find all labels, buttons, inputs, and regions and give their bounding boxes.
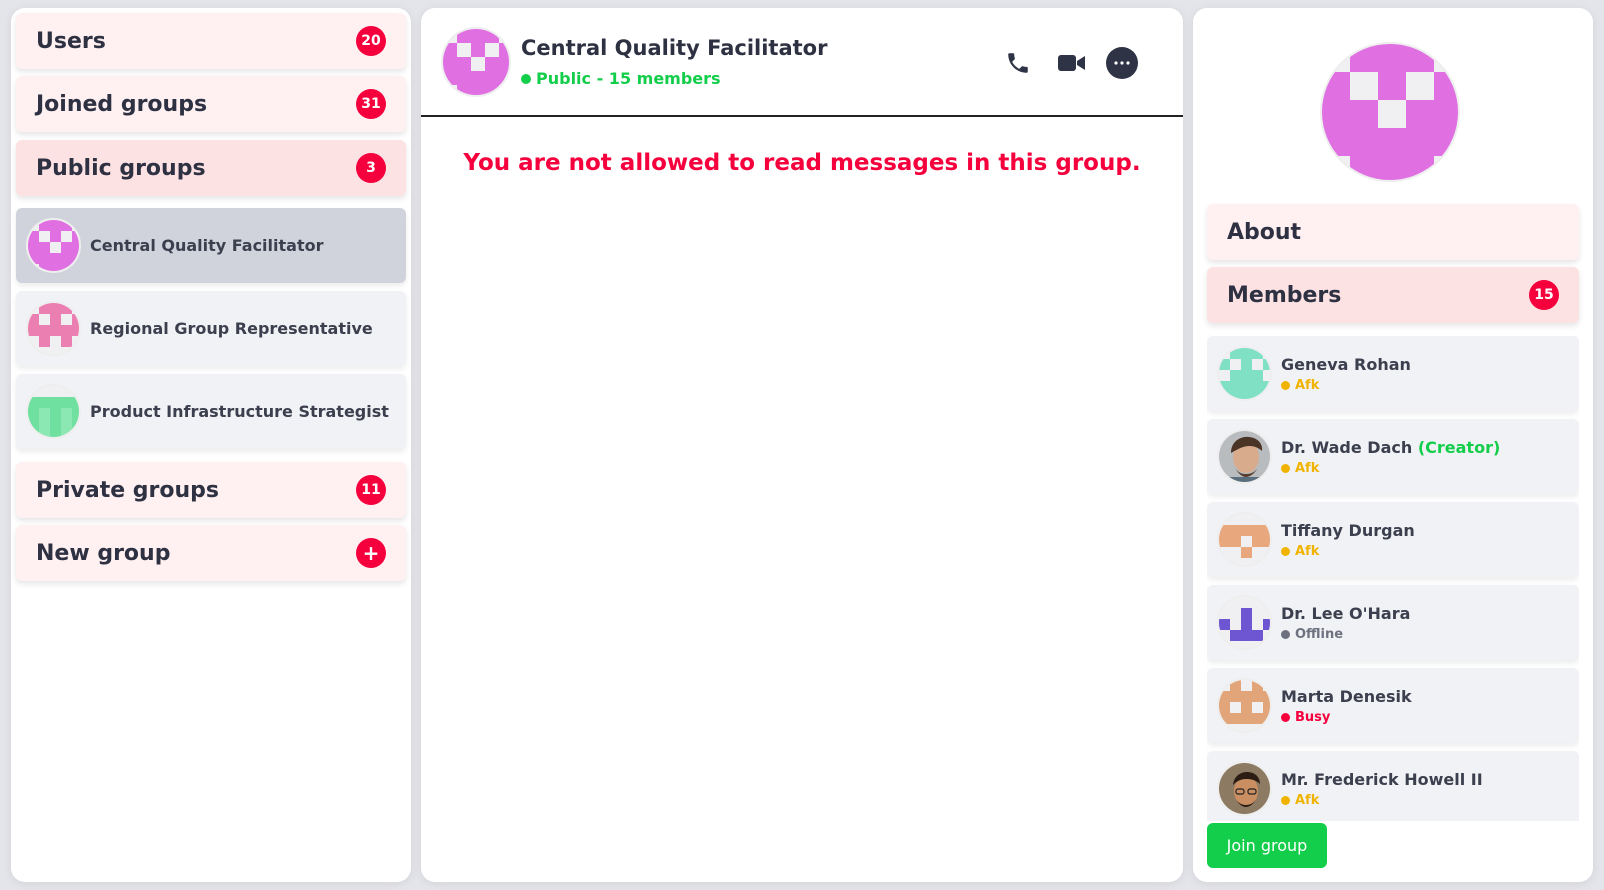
members-label: Members: [1227, 282, 1342, 308]
sidebar-item-label: Private groups: [36, 477, 220, 503]
sidebar-item-label: Public groups: [36, 155, 206, 181]
avatar: [1217, 595, 1272, 650]
chat-header: Central Quality Facilitator Public - 15 …: [421, 8, 1183, 117]
group-avatar: [26, 301, 81, 356]
group-name: Regional Group Representative: [90, 319, 373, 338]
chat-status: Public - 15 members: [521, 69, 721, 88]
group-avatar: [441, 27, 511, 97]
member-status: Busy: [1281, 710, 1412, 725]
about-label: About: [1227, 219, 1302, 245]
phone-icon[interactable]: [1001, 46, 1035, 80]
member-name: Tiffany Durgan: [1281, 520, 1415, 540]
member-list-item[interactable]: Dr. Wade Dach (Creator) Afk: [1207, 419, 1579, 494]
groups-sidebar: Users 20 Joined groups 31 Public groups …: [11, 8, 411, 882]
group-details-panel: About Members 15 Geneva Rohan Afk Dr. Wa…: [1193, 8, 1593, 882]
users-count-badge: 20: [356, 26, 386, 56]
private-groups-count-badge: 11: [356, 475, 386, 505]
avatar: [1217, 429, 1272, 484]
sidebar-item-private-groups[interactable]: Private groups 11: [16, 462, 406, 518]
status-dot: [1281, 380, 1290, 390]
join-group-button[interactable]: Join group: [1207, 823, 1327, 868]
creator-tag: (Creator): [1417, 437, 1501, 457]
chat-status-text: Public - 15 members: [536, 69, 721, 88]
group-list-item[interactable]: Regional Group Representative: [16, 291, 406, 366]
chat-panel: Central Quality Facilitator Public - 15 …: [421, 8, 1183, 882]
avatar: [1217, 678, 1272, 733]
member-list-item[interactable]: Dr. Lee O'Hara Offline: [1207, 585, 1579, 660]
group-avatar: [26, 218, 81, 273]
sidebar-item-joined-groups[interactable]: Joined groups 31: [16, 76, 406, 132]
video-camera-icon[interactable]: [1055, 46, 1089, 80]
public-groups-count-badge: 3: [356, 153, 386, 183]
sidebar-item-users[interactable]: Users 20: [16, 13, 406, 69]
member-name: Dr. Lee O'Hara: [1281, 603, 1411, 623]
sidebar-item-new-group[interactable]: New group +: [16, 525, 406, 581]
group-name: Product Infrastructure Strategist: [90, 402, 389, 421]
sidebar-item-public-groups[interactable]: Public groups 3: [16, 140, 406, 196]
members-section-toggle[interactable]: Members 15: [1207, 267, 1579, 323]
members-count-badge: 15: [1529, 280, 1559, 310]
group-list-item[interactable]: Product Infrastructure Strategist: [16, 374, 406, 449]
status-dot: [1281, 712, 1290, 722]
sidebar-item-label: New group: [36, 540, 171, 566]
avatar: [1217, 346, 1272, 401]
status-dot: [1281, 629, 1290, 639]
member-list-item[interactable]: Marta Denesik Busy: [1207, 668, 1579, 743]
members-list[interactable]: Geneva Rohan Afk Dr. Wade Dach (Creator): [1207, 336, 1579, 821]
group-name: Central Quality Facilitator: [90, 236, 324, 255]
avatar: [1217, 512, 1272, 567]
group-avatar-large: [1320, 42, 1460, 182]
avatar: [1217, 761, 1272, 816]
plus-icon[interactable]: +: [356, 538, 386, 568]
member-name: Marta Denesik: [1281, 686, 1412, 706]
member-status: Afk: [1281, 793, 1483, 808]
status-dot: [521, 73, 531, 84]
member-status: Afk: [1281, 378, 1411, 393]
sidebar-item-label: Joined groups: [36, 91, 208, 117]
member-status: Afk: [1281, 544, 1415, 559]
group-avatar: [26, 384, 81, 439]
more-options-icon[interactable]: [1106, 47, 1138, 79]
joined-groups-count-badge: 31: [356, 89, 386, 119]
sidebar-item-label: Users: [36, 28, 106, 54]
error-message: You are not allowed to read messages in …: [463, 150, 1141, 176]
member-list-item[interactable]: Geneva Rohan Afk: [1207, 336, 1579, 411]
member-status: Afk: [1281, 461, 1500, 476]
member-list-item[interactable]: Tiffany Durgan Afk: [1207, 502, 1579, 577]
chat-title: Central Quality Facilitator: [521, 36, 828, 60]
member-list-item[interactable]: Mr. Frederick Howell II Afk: [1207, 751, 1579, 821]
member-name: Mr. Frederick Howell II: [1281, 769, 1483, 789]
status-dot: [1281, 795, 1290, 805]
about-section-toggle[interactable]: About: [1207, 204, 1579, 260]
member-name: Dr. Wade Dach (Creator): [1281, 437, 1501, 457]
member-status: Offline: [1281, 627, 1410, 642]
status-dot: [1281, 463, 1290, 473]
group-list-item[interactable]: Central Quality Facilitator: [16, 208, 406, 283]
status-dot: [1281, 546, 1290, 556]
member-name: Geneva Rohan: [1281, 354, 1411, 374]
